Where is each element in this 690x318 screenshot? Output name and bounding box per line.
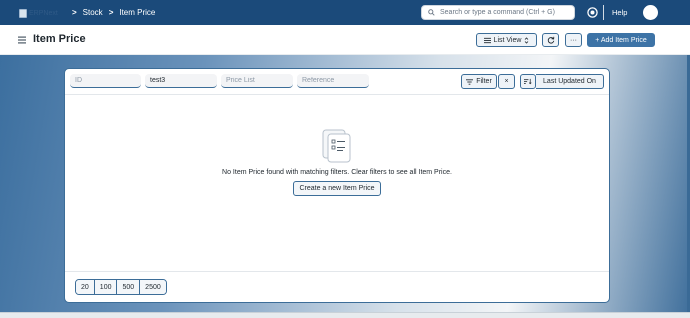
list-card: Filter × Last Updated On No Item (64, 68, 610, 303)
breadcrumb-stock[interactable]: Stock (83, 8, 103, 17)
sort-descending-icon (524, 78, 532, 85)
breadcrumb-item-price[interactable]: Item Price (119, 8, 155, 17)
list-view-button[interactable]: List View (476, 33, 537, 47)
reference-filter-input[interactable] (297, 74, 369, 88)
page-title: Item Price (33, 33, 86, 45)
breadcrumb-separator-icon: > (72, 8, 77, 17)
filter-icon (466, 78, 474, 85)
list-icon (483, 37, 491, 43)
standard-filter-bar: Filter × Last Updated On (65, 69, 609, 95)
navbar-divider (603, 5, 604, 20)
chevron-updown-icon (525, 36, 529, 44)
add-item-price-label: + Add Item Price (595, 36, 647, 44)
item-filter-input[interactable] (145, 74, 217, 88)
empty-list-icon (322, 129, 351, 163)
sidebar-toggle-icon[interactable] (18, 36, 26, 44)
horizontal-scrollbar[interactable] (0, 312, 690, 318)
sort-field-button[interactable]: Last Updated On (536, 74, 604, 89)
app-logo[interactable]: ERPNext (19, 7, 67, 19)
page-length-2500[interactable]: 2500 (140, 280, 166, 294)
list-footer-divider (65, 271, 609, 272)
top-navbar: ERPNext > Stock > Item Price Search or t… (0, 0, 690, 25)
create-new-item-price-button[interactable]: Create a new Item Price (293, 181, 381, 196)
help-menu[interactable]: Help (612, 0, 627, 25)
clear-filters-button[interactable]: × (498, 74, 515, 89)
sort-field-label: Last Updated On (543, 78, 596, 85)
broken-image-icon (19, 8, 27, 18)
breadcrumb-separator-icon: > (108, 8, 114, 17)
empty-state-message: No Item Price found with matching filter… (222, 169, 452, 176)
page-length-selector: 20 100 500 2500 (75, 279, 167, 295)
breadcrumb: > Stock > Item Price (72, 0, 155, 25)
search-placeholder: Search or type a command (Ctrl + G) (440, 9, 555, 16)
filter-button[interactable]: Filter (461, 74, 497, 89)
page-length-500[interactable]: 500 (117, 280, 141, 294)
more-actions-button[interactable]: ··· (565, 33, 582, 47)
page-length-100[interactable]: 100 (94, 280, 118, 294)
more-actions-label: ··· (570, 36, 577, 44)
logo-alt-text: ERPNext (29, 9, 58, 17)
id-filter-input[interactable] (70, 74, 141, 88)
page-head: Item Price List View ··· + Add Item Pric… (0, 25, 690, 55)
search-icon (428, 9, 435, 16)
list-view-label: List View (493, 36, 522, 44)
refresh-icon (547, 36, 554, 44)
awesomebar-search[interactable]: Search or type a command (Ctrl + G) (421, 5, 575, 20)
user-avatar[interactable] (643, 5, 658, 20)
close-icon: × (504, 78, 509, 85)
sort-order-button[interactable] (520, 74, 536, 89)
page-length-20[interactable]: 20 (76, 280, 95, 294)
filter-label: Filter (476, 78, 492, 85)
add-item-price-button[interactable]: + Add Item Price (587, 33, 655, 47)
refresh-button[interactable] (542, 33, 559, 47)
price-list-filter-input[interactable] (221, 74, 293, 88)
notification-bell-icon[interactable] (587, 7, 598, 18)
empty-state: No Item Price found with matching filter… (65, 129, 609, 196)
